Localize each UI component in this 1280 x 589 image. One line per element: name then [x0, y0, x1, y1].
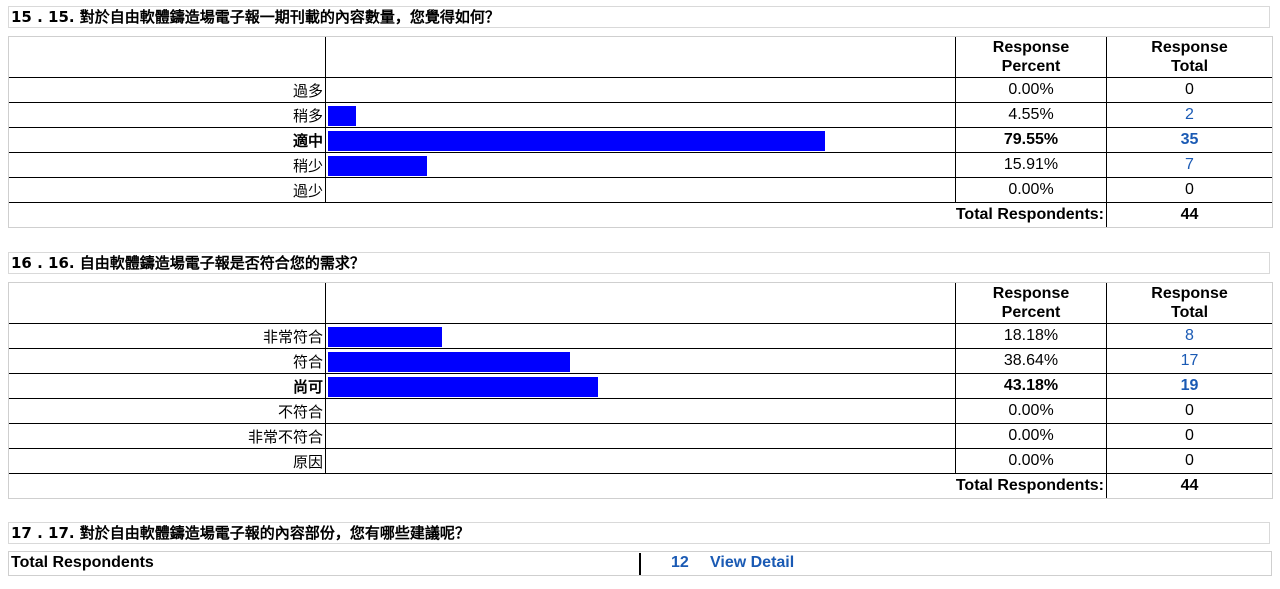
total-respondents-value: 44	[1106, 473, 1273, 499]
view-detail-link[interactable]: View Detail	[710, 554, 794, 572]
answer-row: 原因 0.00% 0	[8, 448, 1273, 474]
question-16-results-table: Response Percent Response Total 非常符合 18.18%…	[8, 282, 1273, 499]
answer-percent-bar	[328, 326, 442, 347]
answer-percent: 0.00%	[955, 423, 1107, 449]
answer-bar-cell	[325, 323, 956, 349]
answer-percent: 0.00%	[955, 398, 1107, 424]
header-response-percent: Response Percent	[955, 36, 1107, 78]
answer-label: 尚可	[8, 373, 326, 399]
answer-bar-cell	[325, 152, 956, 178]
answer-row: 符合 38.64% 17	[8, 348, 1273, 374]
total-respondents-value: 44	[1106, 202, 1273, 228]
total-respondents-row: Total Respondents: 44	[8, 202, 1273, 228]
table-header-row: Response Percent Response Total	[8, 36, 1273, 78]
answer-bar-cell	[325, 127, 956, 153]
answer-bar-cell	[325, 177, 956, 203]
header-percent-line1: Response	[992, 285, 1070, 302]
answer-label: 符合	[8, 348, 326, 374]
answer-percent: 79.55%	[955, 127, 1107, 153]
answer-percent-bar	[328, 155, 427, 176]
answer-total: 0	[1106, 177, 1273, 203]
answer-percent: 0.00%	[955, 177, 1107, 203]
answer-percent: 18.18%	[955, 323, 1107, 349]
answer-percent-bar	[328, 105, 356, 126]
table-header-row: Response Percent Response Total	[8, 282, 1273, 324]
answer-row: 不符合 0.00% 0	[8, 398, 1273, 424]
answer-row: 適中 79.55% 35	[8, 127, 1273, 153]
column-divider	[639, 553, 641, 575]
question-15-results-table: Response Percent Response Total 過多 0.00% 0 稍多…	[8, 36, 1273, 228]
open-total-respondents-label: Total Respondents	[11, 554, 154, 571]
header-blank-bar	[325, 282, 956, 324]
answer-label: 稍多	[8, 102, 326, 128]
answer-total-link[interactable]: 2	[1106, 102, 1273, 128]
answer-bar-cell	[325, 77, 956, 103]
answer-bar-cell	[325, 102, 956, 128]
header-total-line1: Response	[1151, 39, 1228, 56]
total-respondents-label: Total Respondents:	[8, 202, 1107, 228]
answer-bar-cell	[325, 448, 956, 474]
answer-label: 過少	[8, 177, 326, 203]
open-question-summary-row: Total Respondents 12 View Detail	[8, 551, 1272, 576]
answer-total: 0	[1106, 423, 1273, 449]
header-total-line2: Total	[1170, 58, 1209, 75]
answer-label: 不符合	[8, 398, 326, 424]
answer-bar-cell	[325, 423, 956, 449]
answer-label: 過多	[8, 77, 326, 103]
answer-label: 適中	[8, 127, 326, 153]
header-percent-line1: Response	[992, 39, 1070, 56]
answer-percent-bar	[328, 130, 825, 151]
answer-total-link[interactable]: 35	[1106, 127, 1273, 153]
answer-total: 0	[1106, 77, 1273, 103]
header-response-percent: Response Percent	[955, 282, 1107, 324]
answer-row: 尚可 43.18% 19	[8, 373, 1273, 399]
answer-row: 非常符合 18.18% 8	[8, 323, 1273, 349]
answer-total-link[interactable]: 19	[1106, 373, 1273, 399]
answer-label: 稍少	[8, 152, 326, 178]
answer-row: 非常不符合 0.00% 0	[8, 423, 1273, 449]
header-response-total: Response Total	[1106, 36, 1273, 78]
answer-label: 非常符合	[8, 323, 326, 349]
answer-row: 過少 0.00% 0	[8, 177, 1273, 203]
header-response-total: Response Total	[1106, 282, 1273, 324]
answer-percent: 38.64%	[955, 348, 1107, 374]
question-16-title: 16 . 16. 自由軟體鑄造場電子報是否符合您的需求？	[8, 252, 1270, 274]
answer-bar-cell	[325, 398, 956, 424]
answer-total-link[interactable]: 17	[1106, 348, 1273, 374]
answer-percent: 15.91%	[955, 152, 1107, 178]
answer-row: 過多 0.00% 0	[8, 77, 1273, 103]
answer-bar-cell	[325, 373, 956, 399]
header-total-line2: Total	[1170, 304, 1209, 321]
answer-percent: 4.55%	[955, 102, 1107, 128]
answer-row: 稍少 15.91% 7	[8, 152, 1273, 178]
answer-total: 0	[1106, 398, 1273, 424]
answer-row: 稍多 4.55% 2	[8, 102, 1273, 128]
total-respondents-label: Total Respondents:	[8, 473, 1107, 499]
answer-percent-bar	[328, 351, 570, 372]
header-blank	[8, 282, 326, 324]
answer-percent: 0.00%	[955, 77, 1107, 103]
open-respondents-count-link[interactable]: 12	[671, 554, 689, 572]
header-percent-line2: Percent	[1001, 58, 1061, 75]
header-percent-line2: Percent	[1001, 304, 1061, 321]
total-respondents-row: Total Respondents: 44	[8, 473, 1273, 499]
answer-total-link[interactable]: 7	[1106, 152, 1273, 178]
answer-total-link[interactable]: 8	[1106, 323, 1273, 349]
answer-label: 非常不符合	[8, 423, 326, 449]
header-blank	[8, 36, 326, 78]
answer-label: 原因	[8, 448, 326, 474]
header-total-line1: Response	[1151, 285, 1228, 302]
question-17-title: 17 . 17. 對於自由軟體鑄造場電子報的內容部份，您有哪些建議呢？	[8, 522, 1270, 544]
answer-percent-bar	[328, 376, 598, 397]
answer-percent: 0.00%	[955, 448, 1107, 474]
question-15-title: 15 . 15. 對於自由軟體鑄造場電子報一期刊載的內容數量，您覺得如何？	[8, 6, 1270, 28]
answer-bar-cell	[325, 348, 956, 374]
header-blank-bar	[325, 36, 956, 78]
answer-total: 0	[1106, 448, 1273, 474]
answer-percent: 43.18%	[955, 373, 1107, 399]
